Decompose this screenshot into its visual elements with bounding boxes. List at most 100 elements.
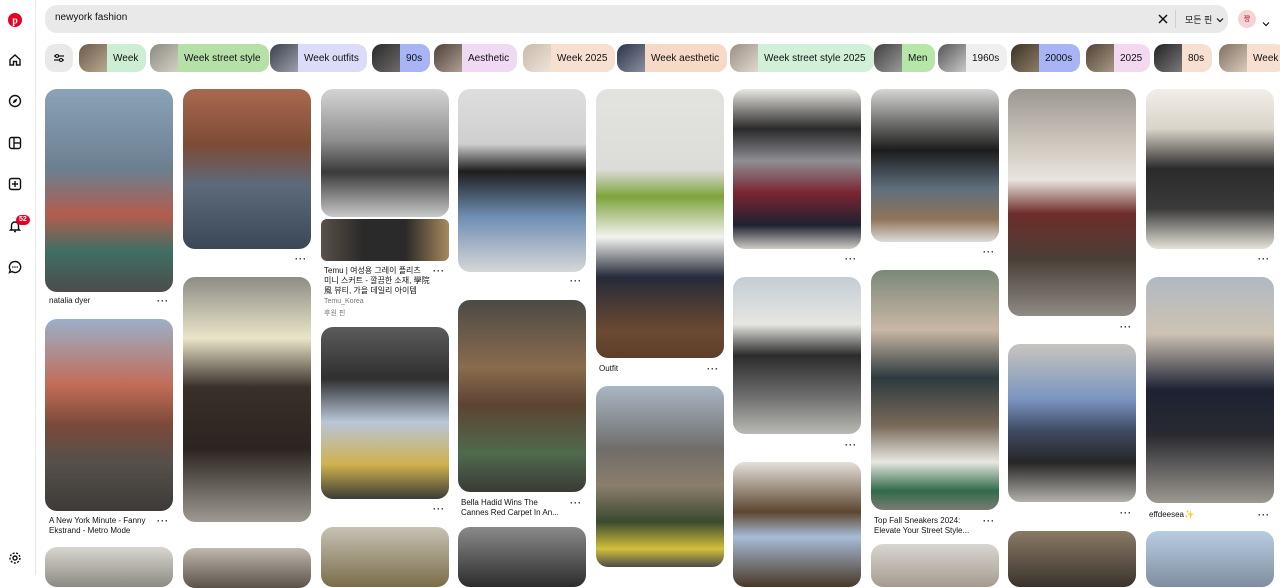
chip-thumbnail (1011, 44, 1039, 72)
settings-icon[interactable] (6, 549, 24, 567)
pin-title[interactable]: natalia dyer (49, 296, 149, 306)
pin-image[interactable] (733, 462, 861, 587)
pin-image[interactable] (45, 547, 173, 587)
pin-image[interactable] (596, 89, 724, 358)
pin-image[interactable] (458, 300, 586, 492)
chip-label: Aesthetic (468, 52, 510, 64)
pin-image[interactable] (321, 327, 449, 499)
filter-button[interactable] (45, 44, 73, 72)
pin-title[interactable]: Outfit (599, 364, 618, 374)
more-options-icon[interactable]: ··· (1258, 254, 1270, 264)
pin-image[interactable] (1008, 89, 1136, 316)
pin-image[interactable] (183, 548, 311, 588)
clear-search-icon[interactable] (1155, 11, 1171, 27)
more-options-icon[interactable]: ··· (1258, 510, 1270, 520)
chip-label: 90s (406, 52, 423, 64)
pin-image[interactable] (1146, 89, 1274, 249)
messages-icon[interactable] (6, 258, 24, 276)
chip-label: Week aesthetic (651, 52, 720, 64)
chip-thumbnail (434, 44, 462, 72)
pin-image[interactable] (183, 89, 311, 249)
more-options-icon[interactable]: ··· (983, 247, 995, 257)
pin-image[interactable] (45, 89, 173, 292)
pin-image[interactable] (596, 386, 724, 567)
pin-image[interactable] (321, 219, 449, 261)
pin-image[interactable] (458, 527, 586, 587)
more-options-icon[interactable]: ··· (845, 254, 857, 264)
pin-image[interactable] (871, 270, 999, 510)
more-options-icon[interactable]: ··· (433, 266, 445, 276)
chip[interactable]: Week street style (150, 44, 269, 72)
search-input[interactable] (55, 12, 955, 23)
pin-image[interactable] (733, 89, 861, 249)
explore-icon[interactable] (6, 92, 24, 110)
chip-thumbnail (730, 44, 758, 72)
pin-title[interactable]: A New York Minute - Fanny Ekstrand - Met… (49, 516, 157, 536)
chip[interactable]: 90s (372, 44, 431, 72)
more-options-icon[interactable]: ··· (295, 254, 307, 264)
boards-icon[interactable] (6, 134, 24, 152)
chip-thumbnail (79, 44, 107, 72)
chip[interactable]: Week (1219, 44, 1280, 72)
chip[interactable]: Week (79, 44, 147, 72)
more-options-icon[interactable]: ··· (433, 504, 445, 514)
chevron-down-icon (1216, 17, 1224, 22)
pin-title[interactable]: Bella Hadid Wins The Cannes Red Carpet I… (461, 498, 567, 518)
pin-image[interactable] (45, 319, 173, 511)
pin-image[interactable] (321, 89, 449, 217)
create-icon[interactable] (6, 175, 24, 193)
more-options-icon[interactable]: ··· (570, 276, 582, 286)
chip-thumbnail (1219, 44, 1247, 72)
chip[interactable]: Week 2025 (523, 44, 616, 72)
chip-label: 1960s (972, 52, 1000, 64)
pin-image[interactable] (321, 527, 449, 587)
account-chevron-down-icon[interactable] (1262, 15, 1270, 27)
chip[interactable]: 1960s (938, 44, 1008, 72)
more-options-icon[interactable]: ··· (1120, 508, 1132, 518)
pin-title[interactable]: Top Fall Sneakers 2024: Elevate Your Str… (874, 516, 974, 536)
more-options-icon[interactable]: ··· (157, 516, 169, 526)
more-options-icon[interactable]: ··· (845, 440, 857, 450)
pin-title[interactable]: effdeesea✨ (1149, 510, 1194, 520)
chip[interactable]: Week outfits (270, 44, 367, 72)
chip[interactable]: Week street style 2025 (730, 44, 874, 72)
pin-image[interactable] (1146, 277, 1274, 503)
chip[interactable]: Week aesthetic (617, 44, 728, 72)
pinterest-logo-icon[interactable]: p (6, 11, 24, 29)
search-scope-label: 모든 핀 (1185, 15, 1213, 25)
pin-advertiser[interactable]: Temu_Korea (324, 298, 364, 305)
more-options-icon[interactable]: ··· (983, 516, 995, 526)
chip-thumbnail (270, 44, 298, 72)
chip-label: Week outfits (304, 52, 359, 64)
pin-title[interactable]: Temu | 여성용 그레이 플리츠 미니 스커트 - 깔끔한 소재, 學院風 … (324, 266, 430, 296)
chip[interactable]: 2000s (1011, 44, 1081, 72)
chip-label: 2000s (1045, 52, 1073, 64)
pin-image[interactable] (871, 89, 999, 242)
chip[interactable]: 2025 (1086, 44, 1151, 72)
chip-label: 80s (1188, 52, 1205, 64)
pin-image[interactable] (458, 89, 586, 272)
more-options-icon[interactable]: ··· (157, 296, 169, 306)
chip-thumbnail (372, 44, 400, 72)
chip[interactable]: 80s (1154, 44, 1213, 72)
svg-text:p: p (12, 16, 18, 27)
search-scope-dropdown[interactable]: 모든 핀 (1185, 13, 1224, 26)
avatar[interactable]: 쨩 (1238, 10, 1256, 28)
more-options-icon[interactable]: ··· (570, 498, 582, 508)
chip-label: Week (1253, 52, 1279, 64)
pin-image[interactable] (1146, 531, 1274, 587)
home-icon[interactable] (6, 51, 24, 69)
more-options-icon[interactable]: ··· (707, 364, 719, 374)
pin-image[interactable] (871, 544, 999, 587)
chip[interactable]: Men (874, 44, 936, 72)
chip-label: Week street style (184, 52, 261, 64)
chip-label: Week (113, 52, 139, 64)
pin-image[interactable] (183, 277, 311, 522)
pin-image[interactable] (733, 277, 861, 434)
chip[interactable]: Aesthetic (434, 44, 518, 72)
search-divider (1175, 10, 1176, 28)
chip-label: Week 2025 (557, 52, 608, 64)
pin-image[interactable] (1008, 344, 1136, 502)
pin-image[interactable] (1008, 531, 1136, 587)
more-options-icon[interactable]: ··· (1120, 322, 1132, 332)
